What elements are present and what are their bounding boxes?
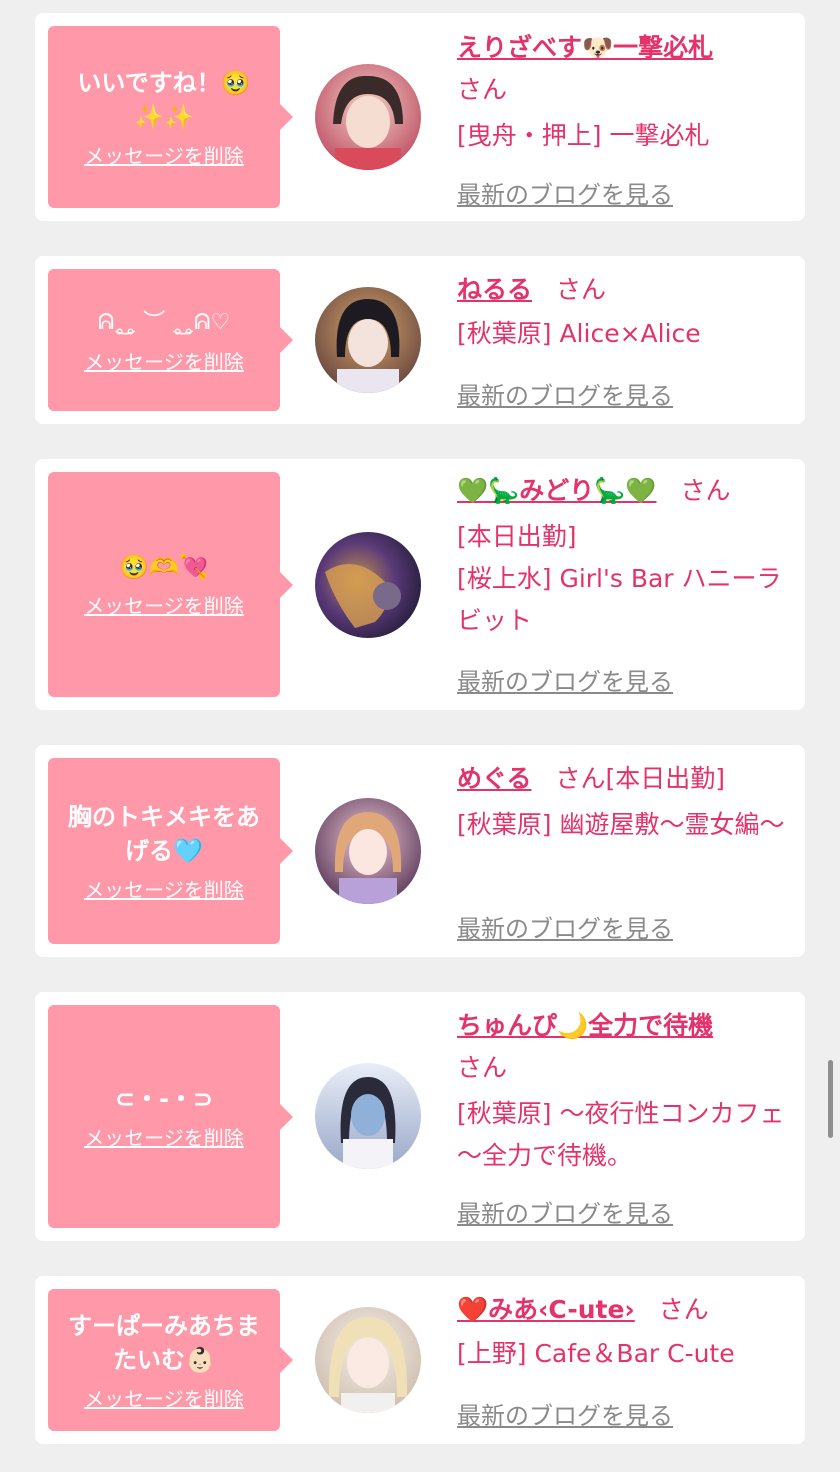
- message-text: ⊂・-・⊃: [114, 1085, 214, 1113]
- list-item: ⊂・-・⊃ メッセージを削除 ちゅんぴ🌙全力で待機 さん [秋葉原] ～夜行性コン…: [35, 992, 805, 1241]
- message-bubble: いいですね！🥹 ✨✨ メッセージを削除: [48, 26, 293, 208]
- cast-info: 💚🦕みどり🦕💚 さん [本日出勤] [桜上水] Girl's Bar ハニーラビッ…: [457, 470, 795, 642]
- delete-message-link[interactable]: メッセージを削除: [84, 346, 244, 375]
- avatar[interactable]: [315, 798, 421, 904]
- honorific: さん: [457, 1053, 508, 1082]
- delete-message-link[interactable]: メッセージを削除: [84, 874, 244, 903]
- message-text: すーぱーみあちまたいむ👶🏻: [68, 1311, 260, 1374]
- message-bubble: すーぱーみあちまたいむ👶🏻 メッセージを削除: [48, 1289, 293, 1431]
- message-text: 🥹🫶💘: [119, 553, 209, 581]
- latest-blog-link[interactable]: 最新のブログを見る: [457, 662, 673, 697]
- honorific: さん: [680, 476, 731, 505]
- cast-info: えりざべす🐶一撃必札 さん [曳舟・押上] 一撃必札: [457, 27, 795, 157]
- avatar[interactable]: [315, 287, 421, 393]
- cast-name-link[interactable]: めぐる: [457, 764, 532, 793]
- message-text: 胸のトキメキをあげる🩵: [68, 802, 260, 865]
- cast-info: ちゅんぴ🌙全力で待機 さん [秋葉原] ～夜行性コンカフェ～全力で待機。: [457, 1005, 795, 1177]
- list-item: 胸のトキメキをあげる🩵 メッセージを削除 めぐる さん[本日出勤] [秋葉原] 幽…: [35, 745, 805, 957]
- shop-info: [上野] Cafe＆Bar C-ute: [457, 1339, 735, 1368]
- cast-name-link[interactable]: ねるる: [457, 275, 532, 304]
- message-text: いいですね！🥹 ✨✨: [77, 68, 251, 131]
- delete-message-link[interactable]: メッセージを削除: [84, 1122, 244, 1151]
- honorific: さん: [457, 75, 508, 104]
- scrollbar[interactable]: [828, 1060, 833, 1138]
- shop-info: [秋葉原] Alice×Alice: [457, 319, 701, 348]
- cast-info: ❤️みあ‹C-ute› さん [上野] Cafe＆Bar C-ute: [457, 1289, 795, 1375]
- message-bubble: ⊂・-・⊃ メッセージを削除: [48, 1005, 293, 1228]
- list-item: いいですね！🥹 ✨✨ メッセージを削除 えりざべす🐶一撃必札 さん [曳舟・押上]…: [35, 13, 805, 221]
- avatar[interactable]: [315, 1063, 421, 1169]
- message-bubble: ᕱ˳͜˳ ︶ ˳͜˳ᕱ♡ メッセージを削除: [48, 269, 293, 411]
- shop-info: [桜上水] Girl's Bar ハニーラビット: [457, 564, 782, 635]
- cast-name-link[interactable]: 💚🦕みどり🦕💚: [457, 476, 657, 505]
- list-item: すーぱーみあちまたいむ👶🏻 メッセージを削除 ❤️みあ‹C-ute› さん [上野…: [35, 1276, 805, 1444]
- cast-name-link[interactable]: ちゅんぴ🌙全力で待機: [457, 1011, 713, 1040]
- cast-name-link[interactable]: ❤️みあ‹C-ute›: [457, 1295, 635, 1324]
- delete-message-link[interactable]: メッセージを削除: [84, 1383, 244, 1412]
- cast-info: ねるる さん [秋葉原] Alice×Alice: [457, 269, 795, 355]
- list-item: 🥹🫶💘 メッセージを削除 💚🦕みどり🦕💚 さん [本日出勤] [桜上水] Girl…: [35, 459, 805, 710]
- honorific: さん: [658, 1295, 709, 1324]
- avatar[interactable]: [315, 532, 421, 638]
- latest-blog-link[interactable]: 最新のブログを見る: [457, 1396, 673, 1431]
- latest-blog-link[interactable]: 最新のブログを見る: [457, 376, 673, 411]
- latest-blog-link[interactable]: 最新のブログを見る: [457, 175, 673, 210]
- latest-blog-link[interactable]: 最新のブログを見る: [457, 1194, 673, 1229]
- shop-info: [本日出勤]: [457, 522, 577, 551]
- honorific: さん: [556, 275, 607, 304]
- cast-info: めぐる さん[本日出勤] [秋葉原] 幽遊屋敷～霊女編～: [457, 758, 795, 846]
- attendance-status: [本日出勤]: [605, 764, 726, 793]
- delete-message-link[interactable]: メッセージを削除: [84, 590, 244, 619]
- list-item: ᕱ˳͜˳ ︶ ˳͜˳ᕱ♡ メッセージを削除 ねるる さん [秋葉原] Alice×…: [35, 256, 805, 424]
- shop-info: [秋葉原] ～夜行性コンカフェ～全力で待機。: [457, 1099, 785, 1170]
- avatar[interactable]: [315, 1307, 421, 1413]
- message-text: ᕱ˳͜˳ ︶ ˳͜˳ᕱ♡: [97, 309, 231, 335]
- delete-message-link[interactable]: メッセージを削除: [84, 140, 244, 169]
- message-bubble: 胸のトキメキをあげる🩵 メッセージを削除: [48, 758, 293, 944]
- shop-info: [曳舟・押上] 一撃必札: [457, 121, 710, 150]
- message-bubble: 🥹🫶💘 メッセージを削除: [48, 472, 293, 697]
- avatar[interactable]: [315, 64, 421, 170]
- honorific: さん: [555, 764, 606, 793]
- latest-blog-link[interactable]: 最新のブログを見る: [457, 909, 673, 944]
- shop-info: [秋葉原] 幽遊屋敷～霊女編～: [457, 810, 785, 839]
- cast-name-link[interactable]: えりざべす🐶一撃必札: [457, 33, 713, 62]
